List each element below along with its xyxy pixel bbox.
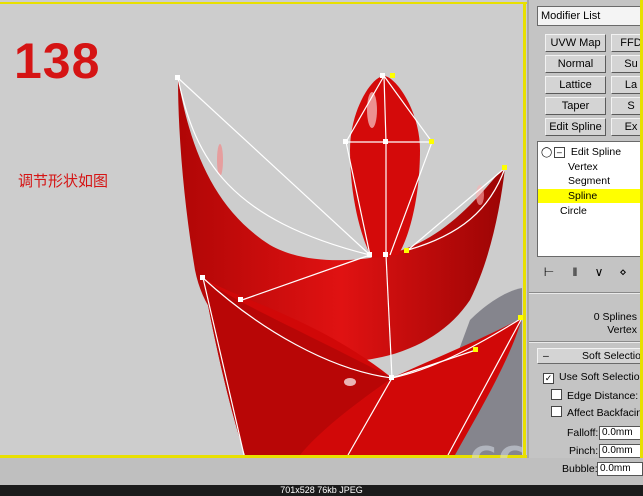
edge-distance-checkbox[interactable]: Edge Distance:: [551, 389, 638, 403]
selection-level: Vertex: [607, 324, 637, 336]
highlight: [344, 378, 356, 386]
remove-modifier-icon[interactable]: ⋄: [615, 264, 631, 280]
stack-item-segment[interactable]: Segment: [568, 174, 610, 188]
checkbox-box: [551, 406, 562, 417]
active-viewport-border-top: [0, 2, 527, 4]
extrude-button[interactable]: Ex: [611, 118, 643, 136]
edit-spline-button[interactable]: Edit Spline: [545, 118, 606, 136]
active-viewport-border-right: [523, 2, 526, 458]
pin-stack-icon[interactable]: ⊢: [541, 264, 557, 280]
bubble-label: Bubble:: [562, 463, 598, 475]
surface-button[interactable]: Su: [611, 55, 643, 73]
checkmark-icon: ✓: [543, 373, 554, 384]
stack-item-spline-label: Spline: [568, 190, 598, 202]
show-end-result-icon[interactable]: ‖: [567, 264, 583, 280]
s-button[interactable]: S: [611, 97, 643, 115]
collapse-minus-icon[interactable]: –: [553, 147, 565, 158]
taper-button[interactable]: Taper: [545, 97, 606, 115]
stack-item-spline[interactable]: Spline: [538, 189, 643, 203]
step-number: 138: [14, 33, 101, 89]
modifier-list-dropdown[interactable]: Modifier List: [537, 6, 643, 26]
viewport[interactable]: 138 调节形状如图: [0, 0, 527, 458]
stack-item-circle-label: Circle: [560, 205, 587, 217]
lightbulb-icon[interactable]: ◯: [541, 146, 552, 160]
pinch-spinner[interactable]: 0.0mm: [599, 444, 643, 458]
uvw-map-button[interactable]: UVW Map: [545, 34, 606, 52]
make-unique-icon[interactable]: ∨: [591, 264, 607, 280]
command-panel: Modifier List UVW Map FFD Normal Su Latt…: [527, 0, 643, 458]
use-soft-selection-label: Use Soft Selection: [559, 371, 643, 383]
bubble-spinner[interactable]: 0.0mm: [597, 462, 643, 476]
lattice-button[interactable]: Lattice: [545, 76, 606, 94]
soft-selection-title: Soft Selection: [582, 350, 643, 362]
rollout-minus-icon: –: [543, 350, 549, 362]
instruction-caption: 调节形状如图: [18, 172, 109, 190]
use-soft-selection-checkbox[interactable]: ✓ Use Soft Selection: [543, 371, 643, 384]
falloff-label: Falloff:: [567, 427, 599, 439]
image-file-info: 701x528 76kb JPEG: [0, 485, 643, 496]
stack-item-segment-label: Segment: [568, 175, 611, 187]
modifier-stack: ◯ – Edit Spline Vertex Segment Spline Ci…: [537, 141, 643, 257]
highlight: [476, 185, 484, 205]
affect-backfacing-checkbox[interactable]: Affect Backfacing: [551, 406, 643, 420]
selection-count: 0 Splines: [593, 311, 637, 323]
checkbox-box: [551, 389, 562, 400]
stack-item-circle[interactable]: Circle: [560, 204, 587, 218]
divider: [529, 341, 643, 343]
stack-toolbar: ⊢ ‖ ∨ ⋄ ▣: [537, 263, 643, 281]
soft-selection-rollout[interactable]: – Soft Selection: [537, 348, 643, 364]
divider: [529, 292, 643, 294]
ffd-button[interactable]: FFD: [611, 34, 643, 52]
affect-backfacing-label: Affect Backfacing: [567, 407, 643, 419]
normal-button[interactable]: Normal: [545, 55, 606, 73]
stack-item-edit-spline[interactable]: ◯ – Edit Spline: [541, 145, 621, 159]
stack-item-edit-spline-label: Edit Spline: [570, 146, 622, 158]
pinch-label: Pinch:: [569, 445, 599, 457]
stack-item-vertex[interactable]: Vertex: [568, 160, 598, 174]
highlight: [217, 144, 223, 176]
edge-distance-label: Edge Distance:: [567, 390, 639, 402]
stack-item-vertex-label: Vertex: [568, 161, 598, 173]
falloff-spinner[interactable]: 0.0mm: [599, 426, 643, 440]
lathe-button[interactable]: La: [611, 76, 643, 94]
